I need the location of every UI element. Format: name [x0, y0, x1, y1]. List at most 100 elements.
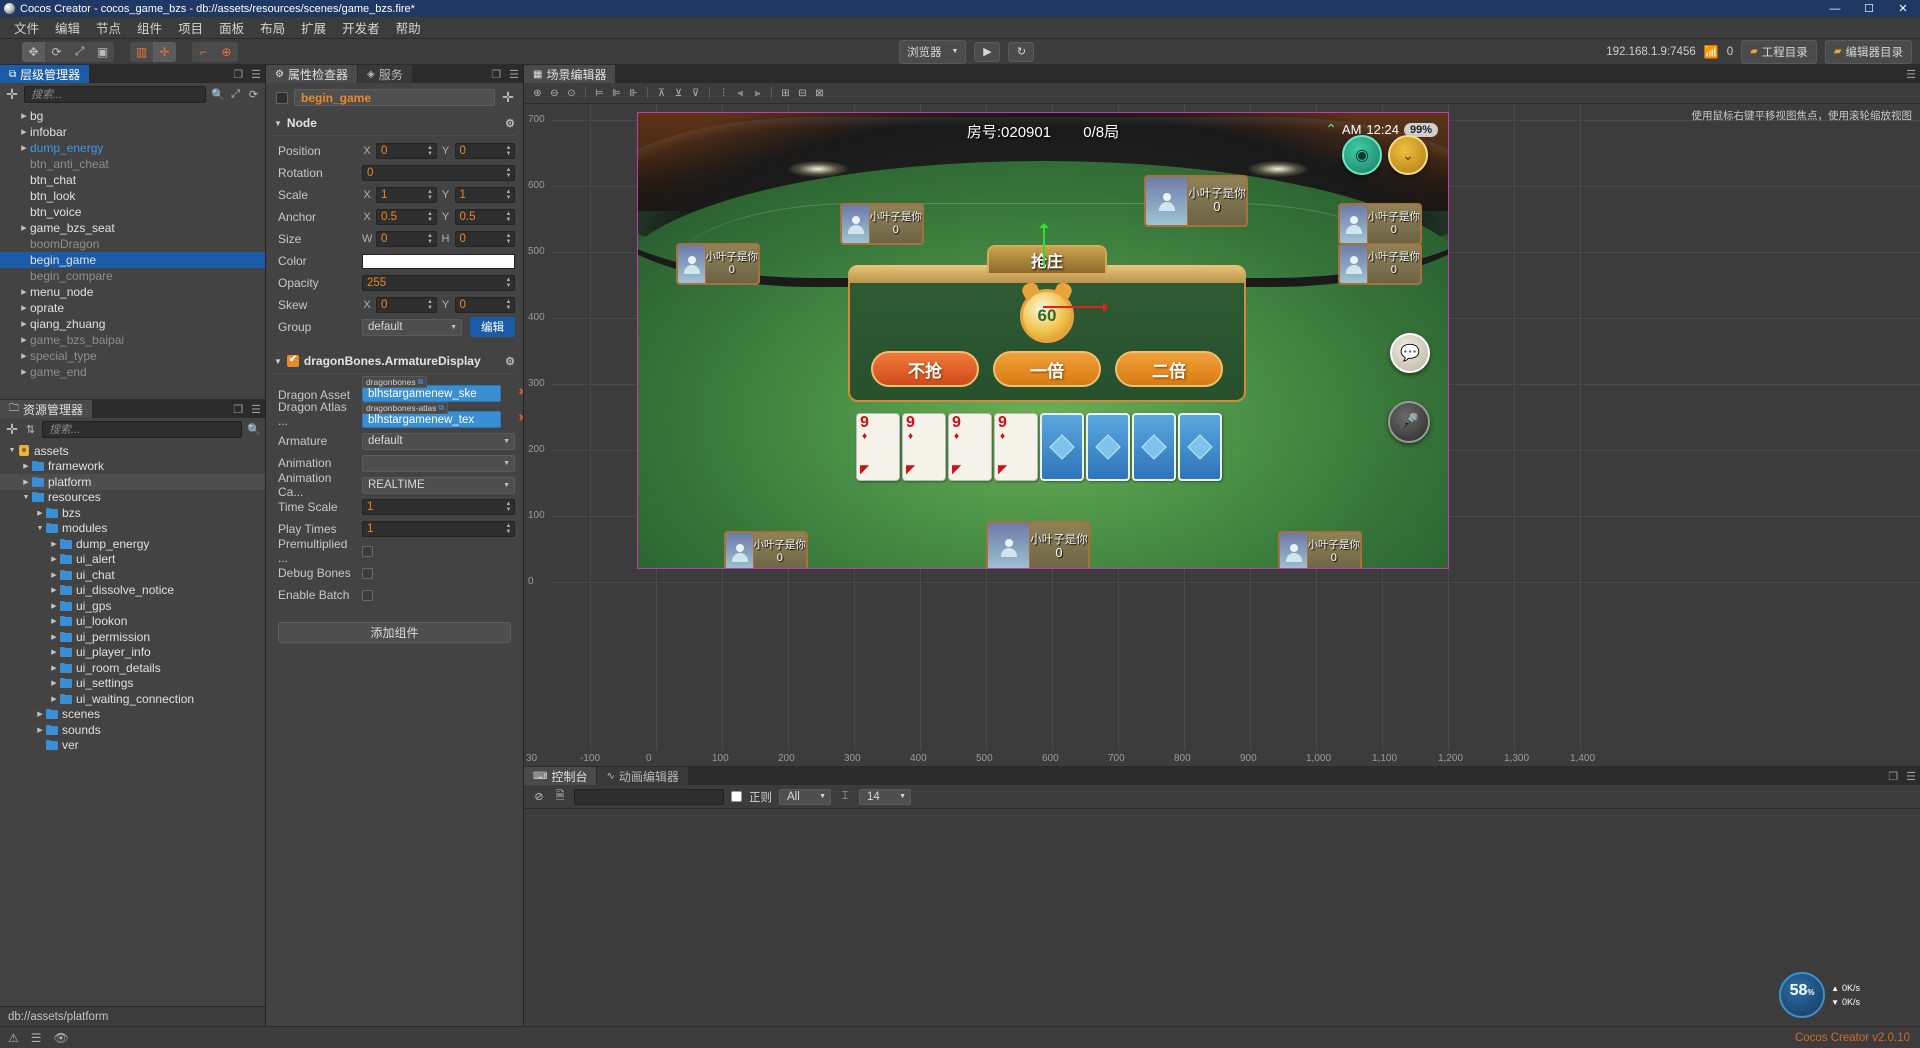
player-seat[interactable]: 小叶子是你 0: [840, 203, 924, 245]
select-field[interactable]: REALTIME ▼: [362, 476, 515, 494]
minimize-button[interactable]: —: [1818, 0, 1852, 17]
stepper-icon[interactable]: ▲ ▼: [504, 188, 513, 202]
popout-icon[interactable]: ❐: [233, 68, 243, 81]
hierarchy-node-boomDragon[interactable]: ▶boomDragon: [0, 236, 265, 252]
align-bottom-icon[interactable]: ⊽: [688, 86, 703, 101]
disclosure-icon[interactable]: ▶: [48, 571, 60, 579]
number-input[interactable]: 0.5 ▲ ▼: [376, 209, 437, 225]
hierarchy-node-begin_game[interactable]: ▶begin_game: [0, 252, 265, 268]
asset-node-ui_alert[interactable]: ▶ ui_alert: [0, 552, 265, 568]
game-canvas[interactable]: 房号:020901 0/8局 ⌃ AM 12:24 99% 小叶子是你 0 小叶子是…: [637, 112, 1449, 569]
disclosure-icon[interactable]: ▶: [48, 695, 60, 703]
disclosure-icon[interactable]: ▶: [18, 288, 30, 296]
hierarchy-node-game_bzs_seat[interactable]: ▶ game_bzs_seat: [0, 220, 265, 236]
stepper-icon[interactable]: ▲ ▼: [504, 298, 513, 312]
node-enabled-checkbox[interactable]: [276, 91, 288, 104]
tab-inspector[interactable]: ⚙ 属性检查器: [266, 65, 358, 83]
hierarchy-node-qiang_zhuang[interactable]: ▶ qiang_zhuang: [0, 316, 265, 332]
menu-item-5[interactable]: 面板: [211, 16, 252, 39]
hierarchy-node-infobar[interactable]: ▶ infobar: [0, 124, 265, 140]
number-input[interactable]: 0 ▲ ▼: [454, 297, 515, 313]
play-button[interactable]: ▶: [974, 41, 1001, 62]
asset-node-ui_player_info[interactable]: ▶ ui_player_info: [0, 645, 265, 661]
hierarchy-node-oprate[interactable]: ▶ oprate: [0, 300, 265, 316]
component-section-header[interactable]: ▼ dragonBones.ArmatureDisplay ⚙: [266, 350, 523, 373]
menu-icon[interactable]: ☰: [1906, 68, 1916, 81]
hierarchy-tree[interactable]: ▶bg▶infobar▶dump_energy▶btn_anti_cheat▶b…: [0, 106, 265, 399]
align-center-h-icon[interactable]: ⊫: [609, 86, 624, 101]
tab-assets[interactable]: 🗀 资源管理器: [0, 400, 94, 418]
disclosure-icon[interactable]: ▶: [20, 478, 32, 486]
stepper-icon[interactable]: ▲ ▼: [426, 188, 435, 202]
number-input[interactable]: 0 ▲ ▼: [376, 143, 437, 159]
zoom-reset-icon[interactable]: ⊙: [564, 86, 579, 101]
log-level-select[interactable]: All ▼: [779, 788, 831, 805]
hierarchy-node-game_bzs_baipai[interactable]: ▶ game_bzs_baipai: [0, 332, 265, 348]
disclosure-icon[interactable]: ▶: [48, 664, 60, 672]
maximize-button[interactable]: ☐: [1852, 0, 1886, 17]
preview-target-select[interactable]: 浏览器 ▼: [899, 39, 967, 64]
hierarchy-node-begin_compare[interactable]: ▶begin_compare: [0, 268, 265, 284]
align-right-icon[interactable]: ⊪: [626, 86, 641, 101]
stepper-icon[interactable]: ▲ ▼: [504, 276, 513, 290]
menu-item-6[interactable]: 布局: [252, 16, 293, 39]
menu-item-4[interactable]: 项目: [170, 16, 211, 39]
node-section-header[interactable]: ▼ Node ⚙: [266, 112, 523, 135]
asset-node-ui_waiting_connection[interactable]: ▶ ui_waiting_connection: [0, 691, 265, 707]
asset-node-ui_gps[interactable]: ▶ ui_gps: [0, 598, 265, 614]
gizmo-icon[interactable]: ⊠: [812, 86, 827, 101]
hierarchy-search-input[interactable]: [24, 86, 206, 103]
edit-group-button[interactable]: 编辑: [470, 317, 515, 337]
dialog-button-不抢[interactable]: 不抢: [871, 351, 979, 387]
add-node-button[interactable]: ✛: [5, 86, 19, 103]
eye-icon[interactable]: ◉: [1342, 135, 1382, 175]
asset-node-modules[interactable]: ▼ modules: [0, 521, 265, 537]
add-icon[interactable]: ✛: [501, 89, 515, 106]
distribute-v-icon[interactable]: ⫷: [733, 86, 748, 101]
expand-icon[interactable]: ⤢: [229, 88, 242, 101]
disclosure-icon[interactable]: ▶: [48, 617, 60, 625]
clear-asset-icon[interactable]: ✖: [517, 385, 523, 400]
player-seat[interactable]: 小叶子是你 0: [1338, 243, 1422, 285]
player-seat[interactable]: 小叶子是你 0: [986, 521, 1090, 568]
number-input[interactable]: 1 ▲ ▼: [362, 521, 515, 537]
player-seat[interactable]: 小叶子是你 0: [1144, 175, 1248, 227]
gear-icon[interactable]: ⚙: [505, 355, 515, 368]
search-icon[interactable]: 🔍: [211, 88, 225, 101]
console-filter-input[interactable]: [574, 788, 724, 805]
asset-node-ui_chat[interactable]: ▶ ui_chat: [0, 567, 265, 583]
number-input[interactable]: 0 ▲ ▼: [454, 143, 515, 159]
refresh-button[interactable]: ↻: [1008, 41, 1035, 62]
player-seat[interactable]: 小叶子是你 0: [1278, 531, 1362, 568]
disclosure-icon[interactable]: ▶: [18, 304, 30, 312]
popout-icon[interactable]: ❐: [491, 68, 501, 81]
disclosure-icon[interactable]: ▶: [18, 144, 30, 152]
number-input[interactable]: 1 ▲ ▼: [362, 499, 515, 515]
menu-item-9[interactable]: 帮助: [388, 16, 429, 39]
player-seat[interactable]: 小叶子是你 0: [1338, 203, 1422, 245]
clear-icon[interactable]: ⊘: [532, 790, 546, 804]
local-coord-icon[interactable]: ⌐: [192, 42, 215, 62]
asset-node-ver[interactable]: ▶ ver: [0, 738, 265, 754]
warning-icon[interactable]: ⚠: [8, 1031, 19, 1045]
sort-icon[interactable]: ⇅: [24, 423, 37, 436]
scale-tool-icon[interactable]: ⤢: [68, 42, 91, 62]
group-select[interactable]: default ▼: [362, 318, 462, 336]
disclosure-icon[interactable]: ▶: [48, 555, 60, 563]
disclosure-icon[interactable]: ▶: [48, 648, 60, 656]
asset-node-bzs[interactable]: ▶ bzs: [0, 505, 265, 521]
disclosure-icon[interactable]: ▶: [48, 602, 60, 610]
menu-item-7[interactable]: 扩展: [293, 16, 334, 39]
number-input[interactable]: 0.5 ▲ ▼: [454, 209, 515, 225]
card-back[interactable]: [1132, 413, 1176, 481]
close-button[interactable]: ✕: [1886, 0, 1920, 17]
clear-asset-icon[interactable]: ✖: [517, 411, 523, 426]
rotate-tool-icon[interactable]: ⟳: [45, 42, 68, 62]
hierarchy-node-dump_energy[interactable]: ▶ dump_energy: [0, 140, 265, 156]
menu-icon[interactable]: ☰: [509, 68, 519, 81]
project-folder-button[interactable]: ▰ 工程目录: [1741, 39, 1817, 64]
playing-card[interactable]: 9 ♦ ◤: [994, 413, 1038, 481]
popout-icon[interactable]: ❐: [1888, 770, 1898, 783]
align-middle-icon[interactable]: ⊻: [671, 86, 686, 101]
disclosure-icon[interactable]: ▶: [48, 679, 60, 687]
